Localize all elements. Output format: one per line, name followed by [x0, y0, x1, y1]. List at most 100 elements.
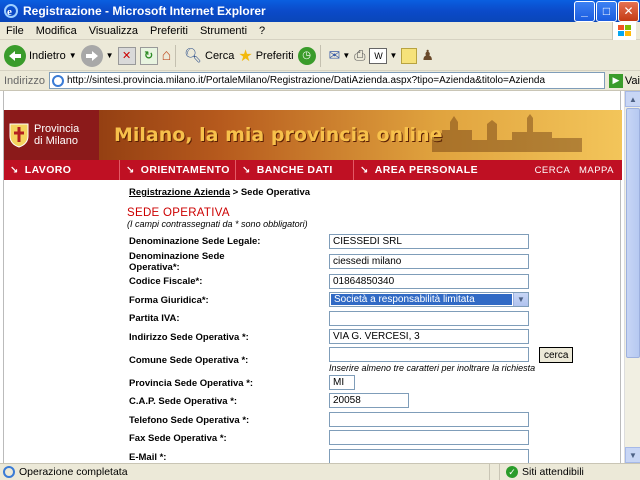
menu-file[interactable]: File [0, 25, 30, 37]
comune-search-button[interactable]: cerca [539, 347, 574, 363]
history-button[interactable]: ◷ [297, 46, 316, 65]
forma-giuridica-value: Società a responsabilità limitata [331, 294, 512, 305]
scroll-thumb[interactable] [626, 108, 640, 358]
provincia-input[interactable]: MI [329, 375, 355, 390]
mail-dropdown-icon[interactable]: ▼ [342, 51, 350, 60]
breadcrumb-current: Sede Operativa [240, 187, 311, 198]
nav-label: LAVORO [24, 164, 72, 176]
svg-text:e: e [7, 6, 12, 18]
field-label: E-Mail *: [129, 452, 167, 463]
refresh-button[interactable]: ↻ [139, 46, 158, 65]
nav-arrow-icon: ↘ [360, 164, 369, 176]
print-button[interactable]: ⎙ [354, 47, 365, 64]
go-arrow-icon: ▶ [608, 73, 623, 88]
form-title: SEDE OPERATIVA [127, 207, 230, 219]
comune-hint: Inserire almeno tre caratteri per inoltr… [329, 363, 536, 373]
discuss-button[interactable] [401, 47, 418, 64]
home-icon: ⌂ [161, 46, 172, 64]
scroll-down-icon[interactable]: ▼ [625, 447, 640, 463]
scroll-up-icon[interactable]: ▲ [625, 91, 640, 107]
nav-map-link[interactable]: MAPPA [579, 165, 614, 176]
edit-dropdown-icon[interactable]: ▼ [389, 51, 397, 60]
breadcrumb-link[interactable]: Registrazione Azienda [129, 187, 230, 198]
page-viewport: Provincia di Milano Milano, la mia provi… [0, 91, 624, 463]
messenger-button[interactable]: ♟ [421, 47, 434, 64]
trusted-zone-icon: ✓ [506, 466, 518, 478]
page-frame: Provincia di Milano Milano, la mia provi… [3, 91, 622, 463]
toolbar-separator [175, 44, 177, 67]
cap-input[interactable]: 20058 [329, 393, 409, 408]
field-label: C.A.P. Sede Operativa *: [129, 396, 238, 407]
breadcrumb-separator: > [230, 187, 241, 198]
mail-button[interactable]: ✉ ▼ [329, 47, 351, 64]
menu-visualizza[interactable]: Visualizza [83, 25, 144, 37]
nav-arrow-icon: ↘ [126, 164, 135, 176]
back-label: Indietro [29, 49, 66, 62]
address-input[interactable]: http://sintesi.provincia.milano.it/Porta… [48, 72, 605, 89]
home-button[interactable]: ⌂ [162, 47, 172, 65]
stop-icon: ✕ [117, 46, 136, 65]
telefono-input[interactable] [329, 412, 529, 427]
nav-arrow-icon: ↘ [242, 164, 251, 176]
nav-search-link[interactable]: CERCA [535, 165, 570, 176]
toolbar-separator [319, 44, 321, 67]
maximize-button[interactable]: □ [596, 0, 617, 22]
close-button[interactable]: ✕ [618, 0, 639, 22]
search-button[interactable]: 🔍︎ Cerca [184, 47, 234, 64]
field-label: Denominazione Sede Operativa*: [129, 251, 225, 273]
stop-button[interactable]: ✕ [117, 46, 136, 65]
forma-giuridica-select[interactable]: Società a responsabilità limitata ▼ [329, 292, 529, 307]
menu-strumenti[interactable]: Strumenti [194, 25, 253, 37]
back-dropdown-icon[interactable]: ▼ [69, 51, 77, 60]
comune-input[interactable] [329, 347, 529, 362]
menu-preferiti[interactable]: Preferiti [144, 25, 194, 37]
breadcrumb: Registrazione Azienda > Sede Operativa [129, 187, 310, 198]
edit-button[interactable]: W ▼ [369, 47, 397, 64]
menu-help[interactable]: ? [253, 25, 271, 37]
back-button[interactable]: Indietro ▼ [4, 44, 77, 67]
field-label: Telefono Sede Operativa *: [129, 415, 250, 426]
fax-input[interactable] [329, 430, 529, 445]
page-done-icon [3, 466, 15, 478]
window-title: Registrazione - Microsoft Internet Explo… [23, 4, 266, 18]
field-label: Partita IVA: [129, 313, 180, 324]
search-label: Cerca [205, 49, 235, 62]
partita-iva-input[interactable] [329, 311, 529, 326]
vertical-scrollbar[interactable]: ▲ ▼ [624, 91, 640, 463]
ie-icon: e [4, 4, 18, 18]
messenger-icon: ♟ [421, 47, 434, 63]
forward-dropdown-icon[interactable]: ▼ [106, 51, 114, 60]
status-zone: ✓ Siti attendibili [500, 464, 640, 480]
favorites-button[interactable]: ★ Preferiti [238, 46, 293, 66]
minimize-button[interactable]: _ [574, 0, 595, 22]
status-bar: Operazione completata ✓ Siti attendibili [0, 463, 640, 480]
toolbar: Indietro ▼ ▼ ✕ ↻ ⌂ 🔍︎ Cerca ★ Preferiti … [0, 41, 640, 71]
window-title-bar[interactable]: e Registrazione - Microsoft Internet Exp… [0, 0, 640, 22]
email-input[interactable] [329, 449, 529, 463]
go-button[interactable]: ▶ Vai [608, 73, 640, 88]
nav-item-banche-dati[interactable]: ↘ BANCHE DATI [235, 160, 353, 180]
status-divider [490, 464, 500, 480]
field-label: Codice Fiscale*: [129, 276, 203, 287]
status-left: Operazione completata [0, 464, 490, 480]
chevron-down-icon[interactable]: ▼ [513, 293, 528, 306]
forward-button[interactable]: ▼ [80, 44, 114, 67]
favorites-star-icon: ★ [238, 47, 253, 65]
search-icon: 🔍︎ [184, 47, 202, 63]
nav-item-area-personale[interactable]: ↘ AREA PERSONALE [353, 160, 493, 180]
address-url: http://sintesi.provincia.milano.it/Porta… [66, 75, 546, 86]
address-label: Indirizzo [4, 74, 45, 87]
province-logo[interactable]: Provincia di Milano [4, 110, 99, 160]
province-name-line2: di Milano [34, 135, 79, 147]
denominazione-legale-input[interactable]: CIESSEDI SRL [329, 234, 529, 249]
status-text: Operazione completata [19, 466, 128, 478]
address-bar: Indirizzo http://sintesi.provincia.milan… [0, 71, 640, 91]
indirizzo-input[interactable]: VIA G. VERCESI, 3 [329, 329, 529, 344]
codice-fiscale-input[interactable]: 01864850340 [329, 274, 529, 289]
province-name-line1: Provincia [34, 123, 80, 135]
denominazione-operativa-input[interactable]: ciessedi milano [329, 254, 529, 269]
field-label: Forma Giuridica*: [129, 295, 209, 306]
nav-item-orientamento[interactable]: ↘ ORIENTAMENTO [119, 160, 235, 180]
menu-modifica[interactable]: Modifica [30, 25, 83, 37]
nav-item-lavoro[interactable]: ↘ LAVORO [4, 160, 119, 180]
